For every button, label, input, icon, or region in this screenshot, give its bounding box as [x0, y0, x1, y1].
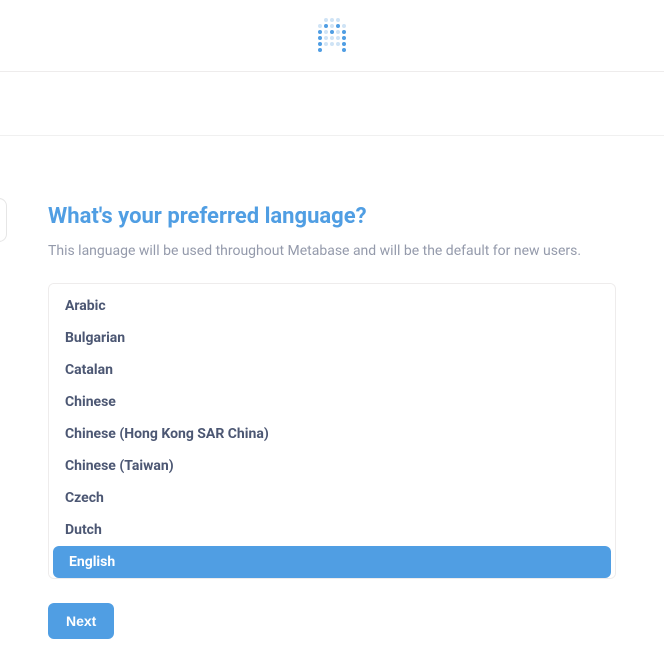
language-option[interactable]: Arabic [49, 290, 615, 322]
language-option[interactable]: Dutch [49, 514, 615, 546]
language-list[interactable]: ArabicBulgarianCatalanChineseChinese (Ho… [48, 283, 616, 579]
language-option[interactable]: English [53, 546, 611, 578]
app-header [0, 0, 664, 72]
metabase-logo-icon [310, 14, 354, 58]
step-indicator [0, 198, 7, 242]
step-subtitle: This language will be used throughout Me… [48, 243, 616, 259]
subheader-band [0, 72, 664, 136]
language-option[interactable]: Chinese [49, 386, 615, 418]
language-option[interactable]: Catalan [49, 354, 615, 386]
language-option[interactable]: Chinese (Hong Kong SAR China) [49, 418, 615, 450]
next-button[interactable]: Next [48, 603, 114, 639]
setup-language-step: What's your preferred language? This lan… [0, 204, 664, 639]
language-option[interactable]: Czech [49, 482, 615, 514]
language-option[interactable]: Chinese (Taiwan) [49, 450, 615, 482]
language-option[interactable]: Bulgarian [49, 322, 615, 354]
step-title: What's your preferred language? [48, 204, 616, 229]
